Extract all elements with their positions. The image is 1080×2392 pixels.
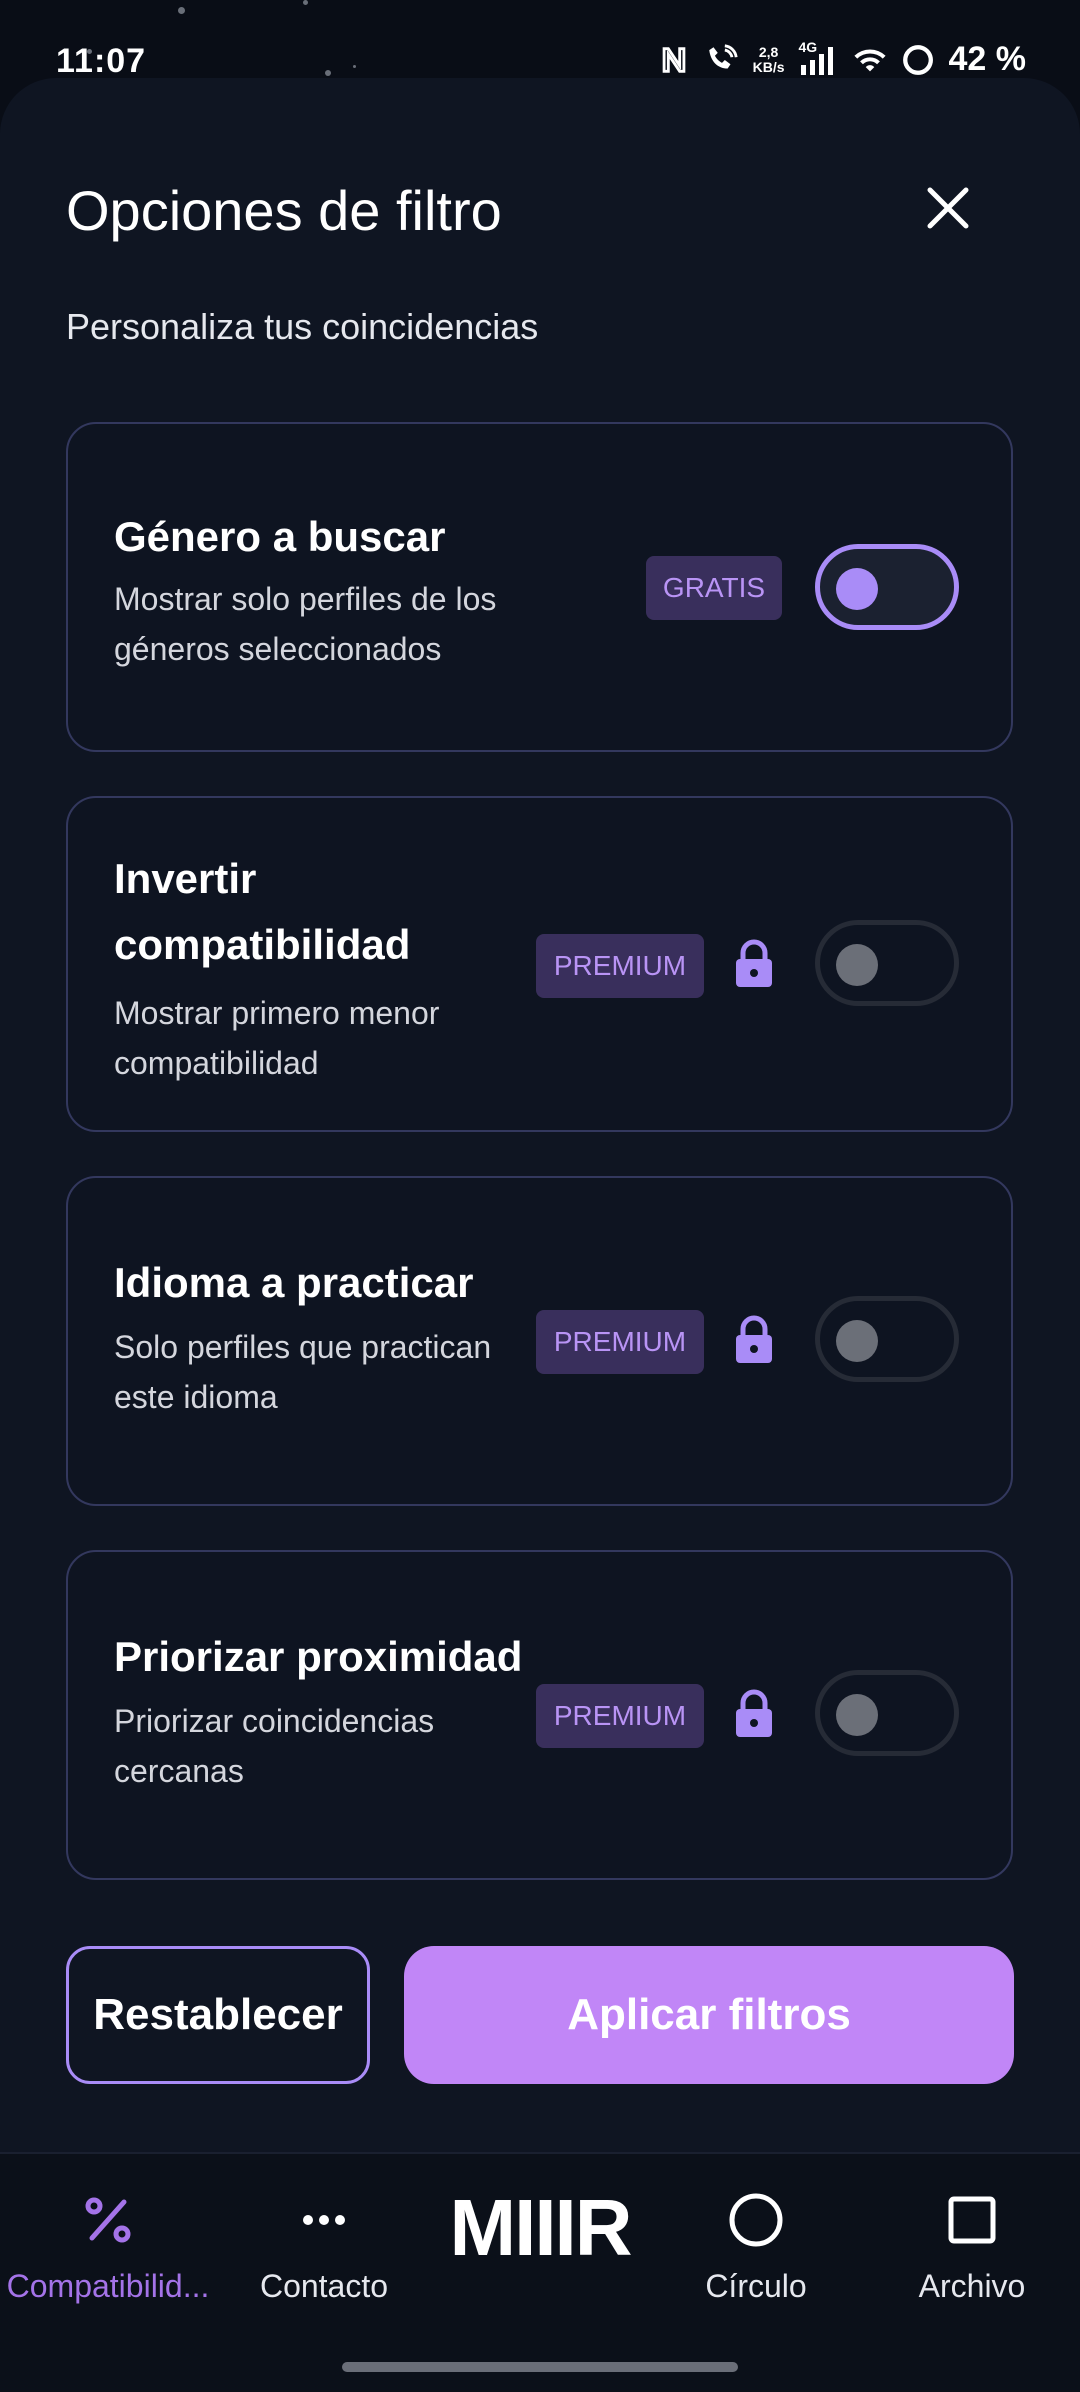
filter-title: Idioma a practicar xyxy=(114,1259,474,1306)
wifi-icon xyxy=(853,49,886,71)
nav-label: Círculo xyxy=(705,2268,807,2304)
status-bar: 11:07 2,8 KB/s 4G 42 % xyxy=(0,0,1080,81)
lock-icon xyxy=(736,939,772,987)
nav-label: Archivo xyxy=(918,2268,1026,2304)
status-icons: 2,8 KB/s 4G 42 % xyxy=(657,39,1027,79)
premium-badge: PREMIUM xyxy=(536,1684,704,1748)
lock-icon xyxy=(736,1689,772,1737)
nav-item-compatibility[interactable]: Compatibilid... xyxy=(0,2192,216,2305)
premium-badge: PREMIUM xyxy=(536,934,704,998)
status-time: 11:07 xyxy=(56,42,147,80)
language-toggle[interactable] xyxy=(815,1296,959,1382)
proximity-toggle[interactable] xyxy=(815,1670,959,1756)
nav-item-archive[interactable]: Archivo xyxy=(864,2192,1080,2305)
percent-icon xyxy=(85,2197,131,2243)
filter-title: Priorizar proximidad xyxy=(114,1633,523,1680)
nav-label: Contacto xyxy=(259,2268,389,2304)
battery-ring-icon xyxy=(902,44,933,75)
nfc-icon xyxy=(662,46,685,73)
cell-signal-icon: 4G xyxy=(799,39,839,77)
bottom-nav: Compatibilid... Contacto MIIIR Círculo A… xyxy=(0,2152,1080,2392)
circle-icon xyxy=(729,2193,783,2247)
filter-description: Solo perfiles que practican este idioma xyxy=(114,1329,492,1415)
lock-icon xyxy=(736,1315,772,1363)
free-badge: GRATIS xyxy=(646,556,782,620)
toggle-knob xyxy=(836,1694,878,1736)
page-title: Opciones de filtro xyxy=(66,179,502,242)
filter-card-language: Idioma a practicar Solo perfiles que pra… xyxy=(66,1176,1013,1506)
premium-badge: PREMIUM xyxy=(536,1310,704,1374)
toggle-knob xyxy=(836,568,878,610)
toggle-knob xyxy=(836,944,878,986)
wifi-call-icon xyxy=(708,43,738,68)
gender-toggle[interactable] xyxy=(815,544,959,630)
app-logo[interactable]: MIIIR xyxy=(430,2182,650,2274)
filter-description: Priorizar coincidencias cercanas xyxy=(114,1703,435,1789)
filter-title: Invertir compatibilidad xyxy=(114,855,411,968)
reset-button[interactable]: Restablecer xyxy=(66,1946,370,2084)
nav-label: Compatibilid... xyxy=(6,2268,210,2304)
filter-description: Mostrar primero menor compatibilidad xyxy=(114,995,440,1081)
nav-item-circle[interactable]: Círculo xyxy=(648,2192,864,2305)
more-dots-icon xyxy=(303,2215,345,2225)
close-icon[interactable] xyxy=(920,180,976,236)
nav-item-contact[interactable]: Contacto xyxy=(216,2192,432,2305)
filter-description: Mostrar solo perfiles de los géneros sel… xyxy=(114,581,497,667)
home-indicator[interactable] xyxy=(342,2362,738,2372)
apply-filters-button[interactable]: Aplicar filtros xyxy=(404,1946,1014,2084)
page-subtitle: Personaliza tus coincidencias xyxy=(66,306,539,347)
invert-compatibility-toggle[interactable] xyxy=(815,920,959,1006)
toggle-knob xyxy=(836,1320,878,1362)
filter-card-invert-compatibility: Invertir compatibilidad Mostrar primero … xyxy=(66,796,1013,1132)
filter-card-gender: Género a buscar Mostrar solo perfiles de… xyxy=(66,422,1013,752)
net-speed: 2,8 KB/s xyxy=(752,43,785,75)
battery-level: 42 % xyxy=(948,40,1027,78)
square-icon xyxy=(948,2196,996,2244)
filter-card-proximity: Priorizar proximidad Priorizar coinciden… xyxy=(66,1550,1013,1880)
filter-title: Género a buscar xyxy=(114,513,446,560)
